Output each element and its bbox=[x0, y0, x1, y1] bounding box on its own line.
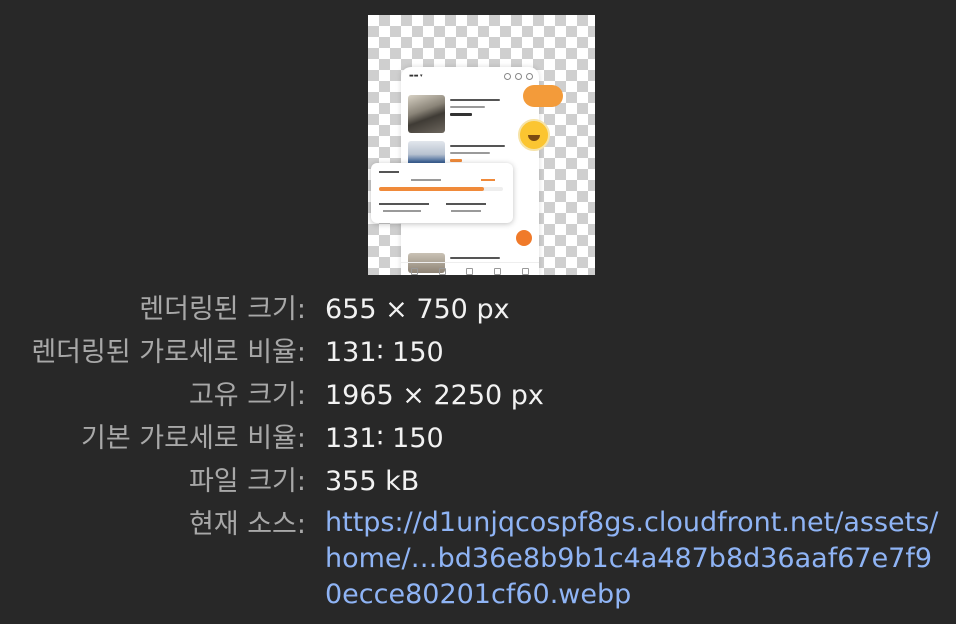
progress-bar bbox=[379, 187, 503, 191]
intrinsic-size-row: 고유 크기: 1965 × 2250 px bbox=[0, 376, 956, 416]
laughing-emoji-icon bbox=[518, 119, 550, 151]
rendered-size-value: 655 × 750 px bbox=[325, 294, 510, 325]
product-photo bbox=[408, 95, 445, 133]
rendered-ratio-row: 렌더링된 가로세로 비율: 131∶ 150 bbox=[0, 333, 956, 373]
progress-card bbox=[371, 163, 513, 223]
list-item bbox=[408, 95, 533, 137]
file-size-label: 파일 크기: bbox=[188, 466, 306, 497]
file-size-value: 355 kB bbox=[325, 466, 420, 497]
phone-tab-bar bbox=[401, 262, 539, 275]
rendered-ratio-label: 렌더링된 가로세로 비율: bbox=[31, 337, 306, 368]
rendered-size-label: 렌더링된 크기: bbox=[139, 294, 306, 325]
intrinsic-size-label: 고유 크기: bbox=[188, 380, 306, 411]
rendered-ratio-value: 131∶ 150 bbox=[325, 337, 444, 368]
intrinsic-ratio-row: 기본 가로세로 비율: 131∶ 150 bbox=[0, 419, 956, 459]
heart-bubble bbox=[523, 85, 563, 107]
add-fab-icon bbox=[516, 230, 532, 246]
current-source-link[interactable]: https://d1unjqcospf8gs.cloudfront.net/as… bbox=[325, 505, 945, 613]
intrinsic-ratio-label: 기본 가로세로 비율: bbox=[81, 423, 306, 454]
intrinsic-ratio-value: 131∶ 150 bbox=[325, 423, 444, 454]
file-size-row: 파일 크기: 355 kB bbox=[0, 462, 956, 502]
current-source-row: 현재 소스: https://d1unjqcospf8gs.cloudfront… bbox=[0, 505, 956, 620]
phone-header-icons bbox=[504, 73, 533, 80]
image-preview-thumbnail: ▬▬ ▾ bbox=[368, 15, 595, 275]
phone-header-text: ▬▬ ▾ bbox=[409, 73, 423, 79]
current-source-label: 현재 소스: bbox=[188, 509, 306, 540]
rendered-size-row: 렌더링된 크기: 655 × 750 px bbox=[0, 290, 956, 330]
intrinsic-size-value: 1965 × 2250 px bbox=[325, 380, 544, 411]
